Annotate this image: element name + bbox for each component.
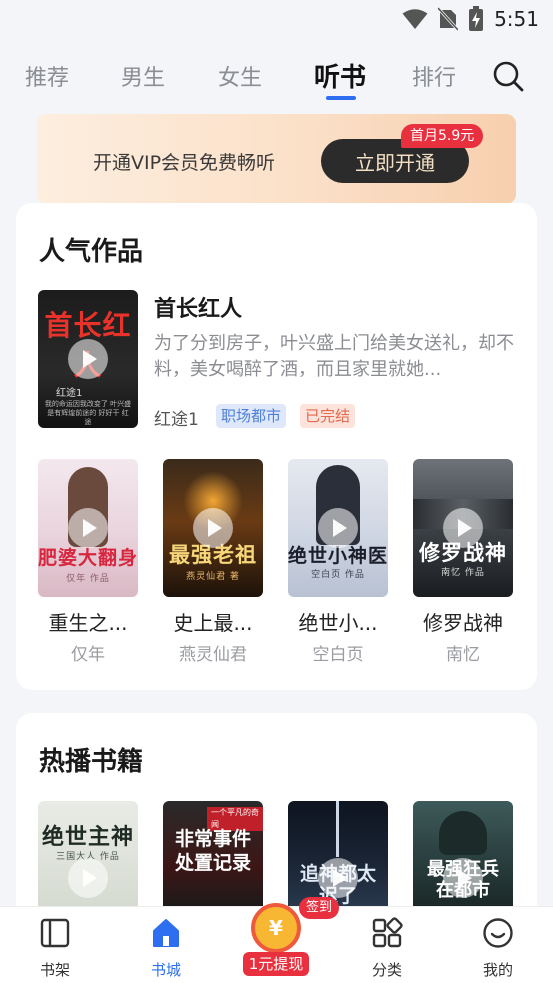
- book-cover-sub: 空白页 作品: [311, 570, 365, 580]
- tab-male[interactable]: 男生: [121, 60, 165, 92]
- featured-book-title[interactable]: 首长红人: [154, 291, 242, 323]
- tag-status: 已完结: [300, 404, 356, 428]
- book-title: 绝世小...: [298, 611, 378, 635]
- hot-book-item[interactable]: 绝世主神 三国大人 作品: [38, 801, 138, 911]
- book-cover[interactable]: 最强老祖 燕灵仙君 著: [163, 459, 263, 597]
- book-cover-title: 绝世主神: [41, 825, 134, 850]
- smile-profile-icon: [483, 918, 513, 948]
- withdraw-label: 1元提现: [243, 952, 309, 976]
- vip-banner[interactable]: 开通VIP会员免费畅听 立即开通 首月5.9元: [37, 114, 516, 204]
- nav-label: 书架: [39, 961, 70, 979]
- popular-works-section: 人气作品 首长红人 红途1 我的命运因我改变了 叶兴盛是有辉煌前途的 好好干 红…: [16, 203, 537, 690]
- status-icons: 5:51: [402, 6, 539, 32]
- nav-bookshelf[interactable]: 书架: [15, 917, 95, 980]
- book-title: 史上最...: [173, 611, 253, 635]
- featured-book-cover[interactable]: 首长红人 红途1 我的命运因我改变了 叶兴盛是有辉煌前途的 好好干 红途: [38, 290, 138, 428]
- tab-female[interactable]: 女生: [218, 60, 262, 92]
- play-icon[interactable]: [68, 858, 108, 898]
- coin-icon: ¥: [251, 903, 301, 953]
- tab-recommend[interactable]: 推荐: [25, 60, 69, 92]
- play-icon[interactable]: [68, 339, 108, 379]
- book-author: 燕灵仙君: [179, 645, 247, 665]
- play-icon[interactable]: [443, 508, 483, 548]
- book-item[interactable]: 最强老祖 燕灵仙君 著 史上最... 燕灵仙君: [163, 459, 263, 665]
- book-item[interactable]: 肥婆大翻身 仅年 作品 重生之... 仅年: [38, 459, 138, 665]
- tab-ranking[interactable]: 排行: [412, 60, 456, 92]
- no-sim-icon: [438, 7, 459, 31]
- play-icon[interactable]: [443, 858, 483, 898]
- book-cover[interactable]: 最强狂兵在都市: [413, 801, 513, 911]
- checkin-badge[interactable]: 签到: [299, 897, 340, 919]
- book-item[interactable]: 绝世小神医 空白页 作品 绝世小... 空白页: [288, 459, 388, 665]
- top-tab-bar: 推荐 男生 女生 听书 排行: [0, 52, 553, 104]
- book-cover[interactable]: 肥婆大翻身 仅年 作品: [38, 459, 138, 597]
- category-icon: [372, 917, 403, 948]
- book-cover[interactable]: 绝世主神 三国大人 作品: [38, 801, 138, 911]
- book-item[interactable]: 修罗战神 南忆 作品 修罗战神 南忆: [413, 459, 513, 665]
- book-cover-sub: 南忆 作品: [441, 568, 485, 578]
- bookshelf-icon: [40, 918, 70, 948]
- nav-bookstore[interactable]: 书城: [126, 917, 206, 980]
- section-title-popular: 人气作品: [39, 237, 144, 267]
- nav-category[interactable]: 分类: [347, 917, 427, 980]
- nav-label: 我的: [482, 961, 513, 979]
- bottom-navigation: 书架 书城 ¥ 1元提现 签到 分类 我的: [0, 897, 553, 983]
- book-cover[interactable]: 一个平凡的奇闻 非常事件处置记录: [163, 801, 263, 911]
- active-tab-indicator: [326, 96, 356, 100]
- vip-price-badge: 首月5.9元: [401, 124, 484, 148]
- coin-symbol: ¥: [269, 916, 283, 940]
- play-icon[interactable]: [318, 508, 358, 548]
- book-author: 仅年: [71, 645, 105, 665]
- featured-book-author: 红途1: [154, 410, 199, 430]
- book-author: 南忆: [446, 645, 480, 665]
- book-author: 空白页: [312, 645, 364, 665]
- nav-label: 书城: [150, 961, 181, 979]
- play-icon[interactable]: [318, 858, 358, 898]
- play-icon[interactable]: [193, 508, 233, 548]
- nav-profile[interactable]: 我的: [458, 917, 538, 980]
- tab-audiobooks[interactable]: 听书: [314, 57, 366, 94]
- withdraw-button[interactable]: ¥ 1元提现 签到: [243, 897, 340, 977]
- home-icon: [153, 919, 179, 947]
- book-cover[interactable]: 修罗战神 南忆 作品: [413, 459, 513, 597]
- nav-label: 分类: [371, 961, 402, 979]
- featured-cover-author: 红途1: [56, 388, 83, 399]
- book-title: 重生之...: [48, 611, 128, 635]
- book-cover-sub: 燕灵仙君 著: [186, 572, 240, 582]
- tag-genre: 职场都市: [216, 404, 287, 428]
- book-cover[interactable]: 追神都太迟了: [288, 801, 388, 911]
- book-cover-sub: 仅年 作品: [66, 574, 110, 584]
- status-time: 5:51: [494, 7, 539, 31]
- battery-charging-icon: [469, 6, 484, 31]
- hot-book-item[interactable]: 追神都太迟了: [288, 801, 388, 911]
- vip-promo-text: 开通VIP会员免费畅听: [93, 152, 276, 174]
- play-icon[interactable]: [68, 508, 108, 548]
- section-title-hot: 热播书籍: [39, 747, 144, 777]
- status-bar: 5:51: [0, 0, 553, 40]
- cover-light-beam: [336, 801, 339, 857]
- featured-cover-blurb: 我的命运因我改变了 叶兴盛是有辉煌前途的 好好干 红途: [44, 400, 132, 426]
- cover-figure: [439, 811, 487, 855]
- search-icon[interactable]: [492, 60, 524, 92]
- hot-book-item[interactable]: 一个平凡的奇闻 非常事件处置记录: [163, 801, 263, 911]
- book-cover-title: 非常事件处置记录: [174, 828, 251, 874]
- book-title: 修罗战神: [423, 611, 503, 635]
- wifi-icon: [402, 9, 428, 29]
- featured-book-description: 为了分到房子，叶兴盛上门给美女送礼，却不料，美女喝醉了酒，而且家里就她...: [154, 333, 514, 380]
- book-cover[interactable]: 绝世小神医 空白页 作品: [288, 459, 388, 597]
- hot-book-item[interactable]: 最强狂兵在都市: [413, 801, 513, 911]
